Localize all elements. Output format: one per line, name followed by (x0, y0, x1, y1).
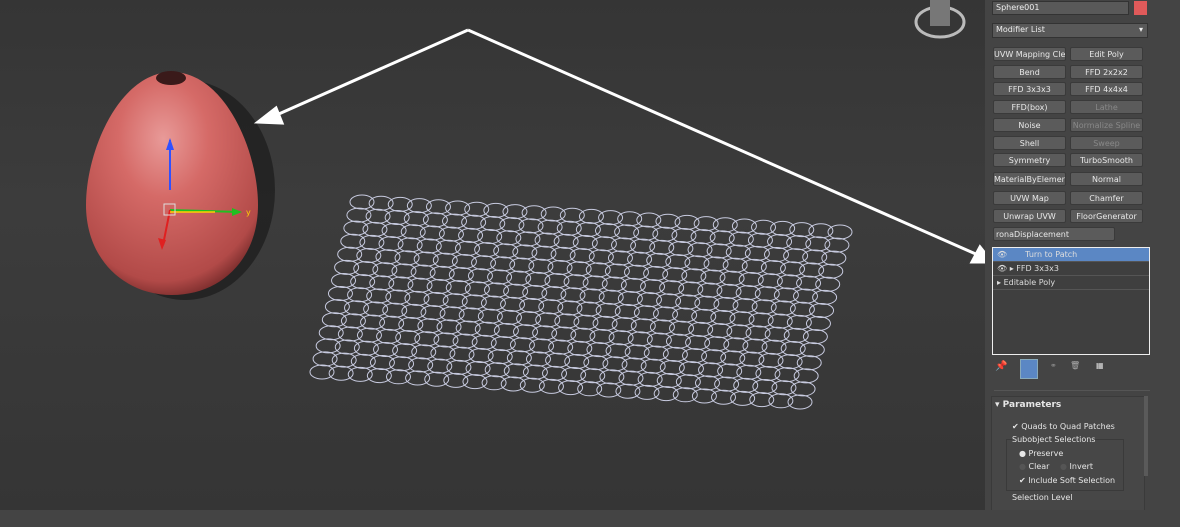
modifier-button[interactable]: UVW Map (993, 191, 1066, 205)
expand-icon[interactable]: ▸ (997, 278, 1001, 287)
modifier-list-dropdown[interactable]: Modifier List ▾ (992, 23, 1148, 38)
chain-ring (827, 224, 853, 240)
clear-radio[interactable]: ● Clear (1019, 462, 1049, 471)
chainmail-mesh[interactable] (309, 194, 853, 410)
modifier-button[interactable]: FFD 2x2x2 (1070, 65, 1143, 79)
modifier-list-label: Modifier List (996, 25, 1045, 34)
modifier-stack: 👁 Turn to Patch 👁 ▸ FFD 3x3x3 ▸ Editable … (992, 247, 1150, 355)
stack-item-ffd[interactable]: 👁 ▸ FFD 3x3x3 (993, 262, 1149, 276)
quads-checkbox[interactable]: ✔ Quads to Quad Patches (1012, 422, 1115, 431)
modifier-button: Lathe (1070, 100, 1143, 114)
chain-ring (805, 316, 831, 332)
soft-selection-checkbox[interactable]: ✔ Include Soft Selection (1019, 476, 1115, 485)
eye-icon[interactable]: 👁 (997, 250, 1007, 259)
axis-label-y: y (246, 208, 251, 217)
chain-ring (809, 302, 835, 318)
soft-selection-label: Include Soft Selection (1028, 476, 1116, 485)
modifier-button[interactable]: FloorGenerator (1070, 209, 1143, 223)
panel-scrollbar[interactable] (1144, 396, 1148, 476)
parameters-header[interactable]: ▾ Parameters (995, 400, 1061, 410)
show-end-result-icon[interactable] (1020, 359, 1038, 379)
chain-ring (787, 394, 813, 410)
stack-item-label: FFD 3x3x3 (1016, 264, 1059, 273)
chevron-down-icon: ▾ (1138, 25, 1143, 34)
eye-icon[interactable]: 👁 (997, 264, 1007, 273)
modifier-button[interactable]: ronaDisplacement (993, 227, 1115, 241)
invert-radio[interactable]: ● Invert (1060, 462, 1093, 471)
subobject-label: Subobject Selections (1012, 435, 1096, 444)
modifier-button[interactable]: Chamfer (1070, 191, 1143, 205)
modifier-button[interactable]: Symmetry (993, 153, 1066, 167)
object-name-field[interactable]: Sphere001 (992, 1, 1129, 15)
stack-item-label: Turn to Patch (1025, 250, 1078, 259)
trash-icon[interactable]: 🗑 (1070, 361, 1080, 370)
modifier-button[interactable]: Edit Poly (1070, 47, 1143, 61)
chain-ring (802, 329, 828, 345)
annotation-arrows (253, 28, 996, 264)
divider (994, 390, 1150, 391)
stack-item-editable-poly[interactable]: ▸ Editable Poly (993, 276, 1149, 290)
make-unique-icon[interactable]: ⚭ (1050, 361, 1057, 370)
expand-icon[interactable]: ▸ (1010, 264, 1014, 273)
configure-sets-icon[interactable]: ▦ (1096, 361, 1104, 370)
chain-ring (799, 342, 825, 358)
chain-ring (796, 355, 822, 371)
preserve-radio[interactable]: ● Preserve (1019, 449, 1063, 458)
parameters-title: Parameters (1002, 400, 1062, 410)
pin-stack-icon[interactable]: 📌 (995, 361, 1007, 372)
modifier-button[interactable]: Unwrap UVW (993, 209, 1066, 223)
egg-hole (156, 71, 186, 85)
modifier-button: Normalize Spline (1070, 118, 1143, 132)
stack-item-turn-to-patch[interactable]: 👁 Turn to Patch (993, 248, 1149, 262)
parameters-rollout: ▾ Parameters ✔ Quads to Quad Patches Sub… (991, 396, 1145, 512)
modifier-button[interactable]: Normal (1070, 172, 1143, 186)
preserve-label: Preserve (1028, 449, 1064, 458)
chain-ring (793, 368, 819, 384)
chain-ring (815, 276, 841, 292)
modifier-button[interactable]: FFD(box) (993, 100, 1066, 114)
object-color-swatch[interactable] (1134, 1, 1147, 15)
quads-label: Quads to Quad Patches (1021, 422, 1115, 431)
status-bar (0, 510, 1180, 527)
selection-level-label: Selection Level (1012, 493, 1073, 502)
invert-label: Invert (1069, 462, 1094, 471)
modifier-button: Sweep (1070, 136, 1143, 150)
modifier-button[interactable]: TurboSmooth (1070, 153, 1143, 167)
viewport-scene: y (86, 0, 996, 410)
chain-ring (790, 381, 816, 397)
modifier-button[interactable]: UVW Mapping Clear (993, 47, 1066, 61)
chain-ring (824, 237, 850, 253)
viewport[interactable]: y (0, 0, 996, 510)
modifier-button[interactable]: FFD 3x3x3 (993, 82, 1066, 96)
viewcube[interactable] (914, 0, 966, 39)
modifier-button[interactable]: FFD 4x4x4 (1070, 82, 1143, 96)
clear-label: Clear (1028, 462, 1050, 471)
chain-ring (818, 263, 844, 279)
modifier-button[interactable]: Shell (993, 136, 1066, 150)
chain-ring (821, 250, 847, 266)
modifier-button[interactable]: Bend (993, 65, 1066, 79)
modifier-button[interactable]: MaterialByElement (993, 172, 1066, 186)
stack-item-label: Editable Poly (1003, 278, 1056, 287)
chain-ring (812, 289, 838, 305)
modifier-button[interactable]: Noise (993, 118, 1066, 132)
